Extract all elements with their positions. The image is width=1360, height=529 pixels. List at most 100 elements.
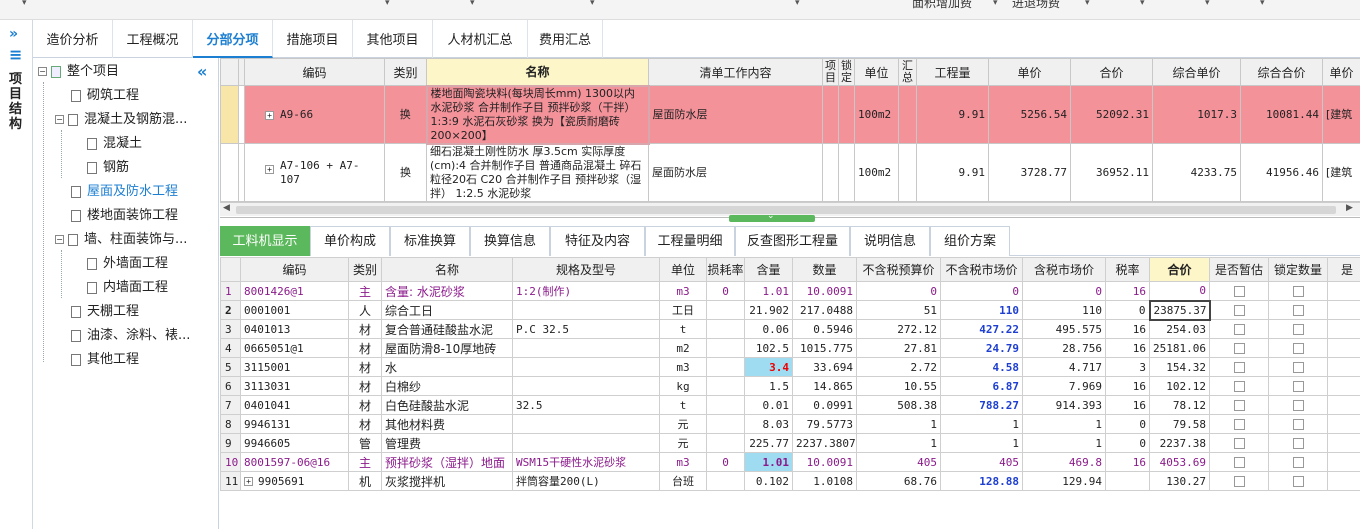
cell-name[interactable]: 白色硅酸盐水泥: [381, 395, 513, 415]
cell-mp[interactable]: 0: [940, 281, 1023, 301]
cell-bp[interactable]: 405: [856, 452, 941, 472]
cell-lock-qty[interactable]: [1268, 300, 1328, 320]
cell-tax[interactable]: 16: [1105, 338, 1150, 358]
cell-mp[interactable]: 6.87: [940, 376, 1023, 396]
table-row[interactable]: 3 0401013 材复合普通硅酸盐水泥 P.C 32.5 t 0.06 0.5946 272…: [220, 319, 1360, 339]
checkbox[interactable]: [1233, 324, 1245, 335]
cell-loss[interactable]: [706, 395, 745, 415]
col-code[interactable]: 编码: [240, 257, 349, 282]
cell-code[interactable]: 9946131: [240, 414, 349, 434]
cell-tax[interactable]: 0: [1105, 414, 1150, 434]
cell-unit[interactable]: kg: [659, 376, 707, 396]
checkbox[interactable]: [1292, 286, 1304, 297]
checkbox[interactable]: [1292, 419, 1304, 430]
tree-item-floor-decoration[interactable]: 楼地面装饰工程: [71, 204, 178, 228]
cell-tmp[interactable]: 1: [1022, 433, 1106, 453]
cell-tax[interactable]: [1105, 471, 1150, 491]
cell-provisional[interactable]: [1209, 319, 1269, 339]
cell-loss[interactable]: 0: [706, 281, 745, 301]
cell-loss[interactable]: [706, 433, 745, 453]
cell-bp[interactable]: 10.55: [856, 376, 941, 396]
col-content[interactable]: 含量: [744, 257, 793, 282]
tree-item-interior-wall[interactable]: 内墙面工程: [87, 276, 168, 300]
entry-exit-fee-button[interactable]: 进退场费: [1012, 0, 1060, 11]
cell-qty[interactable]: 10.0091: [792, 281, 857, 301]
cell-bp[interactable]: 1: [856, 433, 941, 453]
cell-bp[interactable]: 2.72: [856, 357, 941, 377]
tree-item-masonry[interactable]: 砌筑工程: [71, 84, 139, 108]
cell-provisional[interactable]: [1209, 471, 1269, 491]
cell-unit[interactable]: 台班: [659, 471, 707, 491]
col-market-price[interactable]: 不含税市场价: [940, 257, 1023, 282]
tab-labor-material-summary[interactable]: 人材机汇总: [433, 20, 528, 58]
table-row[interactable]: 11 +9905691 机灰浆搅拌机 拌筒容量200(L) 台班 0.102 1.0108 6…: [220, 471, 1360, 491]
cell-unit[interactable]: m2: [659, 338, 707, 358]
cell-tmp[interactable]: 110: [1022, 300, 1106, 320]
cell-total[interactable]: 254.03: [1149, 319, 1210, 339]
tab-labor-material-display[interactable]: 工料机显示: [220, 226, 310, 256]
table-row[interactable]: 9 9946605 管管理费元 225.77 2237.3807 1 1 1 0 2237.38: [220, 433, 1360, 453]
cell-total[interactable]: 154.32: [1149, 357, 1210, 377]
cell-amt[interactable]: 21.902: [744, 300, 793, 320]
cell-name[interactable]: 屋面防滑8-10厚地砖: [381, 338, 513, 358]
cell-mp[interactable]: 24.79: [940, 338, 1023, 358]
row-number[interactable]: 4: [220, 338, 241, 358]
cell-unit[interactable]: 元: [659, 414, 707, 434]
row-work[interactable]: 屋面防水层: [648, 143, 823, 202]
checkbox[interactable]: [1233, 362, 1245, 373]
scroll-right-icon[interactable]: ▶: [1346, 203, 1353, 213]
cell-tmp[interactable]: 1: [1022, 414, 1106, 434]
col-lock-qty[interactable]: 锁定数量: [1268, 257, 1328, 282]
cell-loss[interactable]: [706, 319, 745, 339]
cell-name[interactable]: 复合普通硅酸盐水泥: [381, 319, 513, 339]
cell-name[interactable]: 管理费: [381, 433, 513, 453]
table-row[interactable]: 7 0401041 材白色硅酸盐水泥 32.5 t 0.01 0.0991 508.38 788…: [220, 395, 1360, 415]
cell-tax[interactable]: 0: [1105, 433, 1150, 453]
cell-bp[interactable]: 0: [856, 281, 941, 301]
chevron-down-icon[interactable]: ▾: [795, 0, 800, 8]
col-work[interactable]: 清单工作内容: [648, 58, 823, 86]
cell-name[interactable]: 白棉纱: [381, 376, 513, 396]
row-name[interactable]: 细石混凝土刚性防水 厚3.5cm 实际厚度(cm):4 合并制作子目 普通商品混…: [426, 143, 649, 202]
row-number[interactable]: 3: [220, 319, 241, 339]
cell-tax[interactable]: 16: [1105, 452, 1150, 472]
cell-type[interactable]: 材: [348, 395, 382, 415]
cell-name[interactable]: 灰浆搅拌机: [381, 471, 513, 491]
cell-provisional[interactable]: [1209, 414, 1269, 434]
table-row[interactable]: 5 3115001 材水 m3 3.4 33.694 2.72 4.58 4.717 3 154.3…: [220, 357, 1360, 377]
chevron-down-icon[interactable]: ▾: [1140, 0, 1145, 8]
cell-type[interactable]: 材: [348, 414, 382, 434]
checkbox[interactable]: [1233, 381, 1245, 392]
cell-type[interactable]: 主: [348, 281, 382, 301]
cell-loss[interactable]: [706, 376, 745, 396]
cell-amt[interactable]: 8.03: [744, 414, 793, 434]
cell-code[interactable]: 3113031: [240, 376, 349, 396]
cell-code[interactable]: 8001426@1: [240, 281, 349, 301]
cell-type[interactable]: 主: [348, 452, 382, 472]
row-number[interactable]: 6: [220, 376, 241, 396]
tab-quantity-detail[interactable]: 工程量明细: [645, 226, 735, 256]
row-qty[interactable]: 9.91: [916, 85, 989, 144]
cell-lock-qty[interactable]: [1268, 281, 1328, 301]
checkbox[interactable]: [1292, 324, 1304, 335]
cell-tax[interactable]: 16: [1105, 319, 1150, 339]
col-spec[interactable]: 规格及型号: [512, 257, 660, 282]
cell-loss[interactable]: [706, 471, 745, 491]
cell-type[interactable]: 材: [348, 357, 382, 377]
table-row[interactable]: 6 3113031 材白棉纱 kg 1.5 14.865 10.55 6.87 7.969 16 1…: [220, 376, 1360, 396]
cell-code[interactable]: 0665051@1: [240, 338, 349, 358]
cell-spec[interactable]: P.C 32.5: [512, 319, 660, 339]
tree-item-rebar[interactable]: 钢筋: [87, 156, 129, 180]
expand-icon[interactable]: »: [9, 26, 18, 42]
chevron-down-icon[interactable]: ▾: [1205, 0, 1210, 8]
cell-unit[interactable]: 工日: [659, 300, 707, 320]
tree-item-exterior-wall[interactable]: 外墙面工程: [87, 252, 168, 276]
cell-mp[interactable]: 427.22: [940, 319, 1023, 339]
cell-bp[interactable]: 1: [856, 414, 941, 434]
tab-conversion-info[interactable]: 换算信息: [470, 226, 550, 256]
cell-total[interactable]: 4053.69: [1149, 452, 1210, 472]
scrollbar-thumb[interactable]: [236, 206, 1336, 214]
cell-amt[interactable]: 102.5: [744, 338, 793, 358]
table-row[interactable]: 8 9946131 材其他材料费元 8.03 79.5773 1 1 1 0 79.58: [220, 414, 1360, 434]
tab-other-items[interactable]: 其他项目: [353, 20, 433, 58]
